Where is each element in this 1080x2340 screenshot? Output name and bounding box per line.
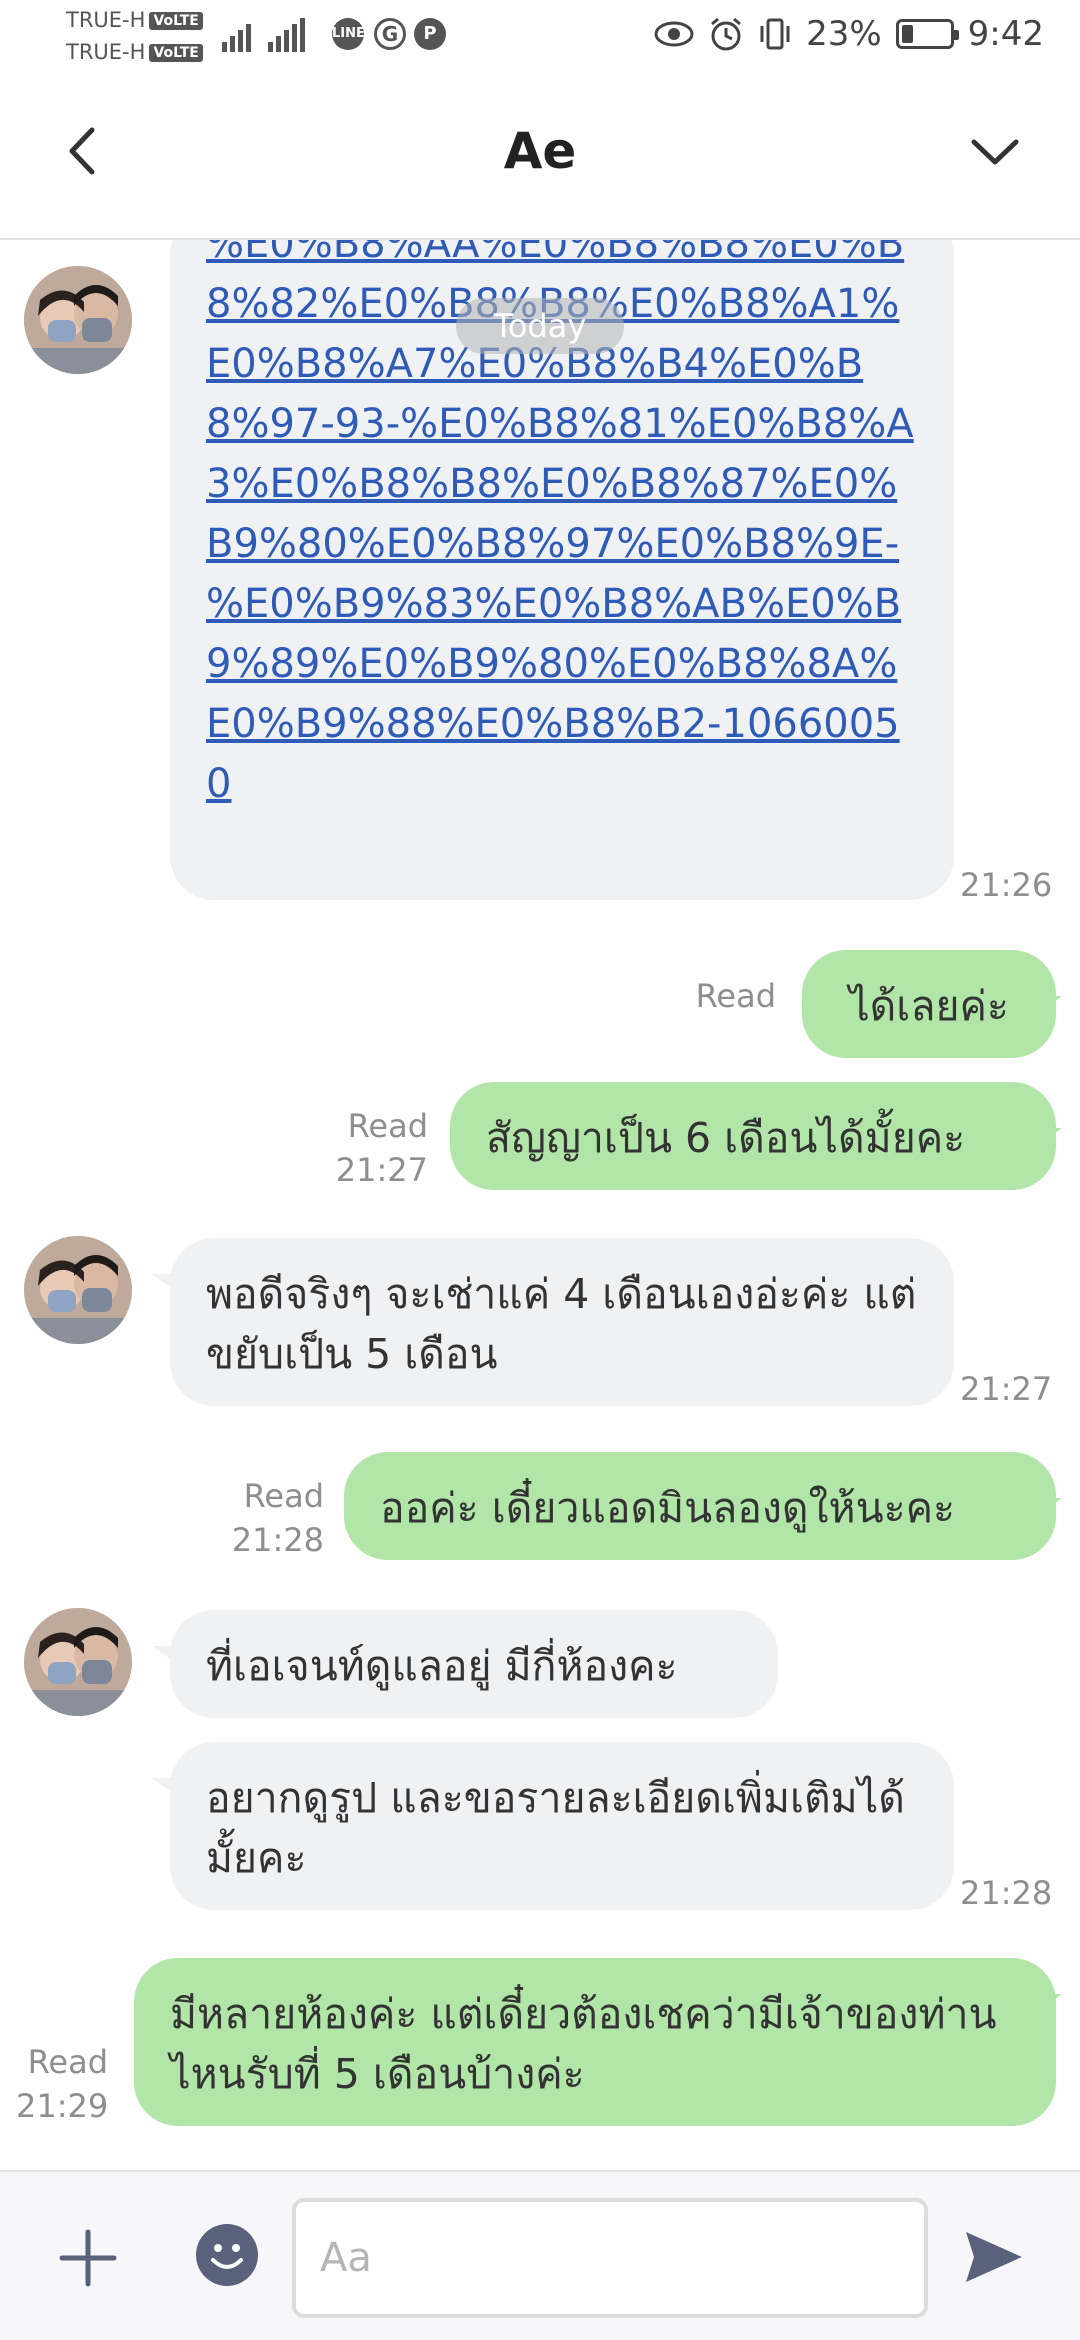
message-bubble-incoming[interactable]: พอดีจริงๆ จะเช่าแค่ 4 เดือนเองอ่ะค่ะ แต่…: [170, 1238, 954, 1406]
read-receipt: Read 21:27: [335, 1107, 428, 1189]
read-receipt: Read 21:28: [231, 1477, 324, 1559]
message-text: พอดีจริงๆ จะเช่าแค่ 4 เดือนเองอ่ะค่ะ แต่…: [206, 1270, 917, 1378]
emoji-button[interactable]: [196, 2224, 258, 2286]
message-text: ได้เลยค่ะ: [849, 982, 1009, 1030]
contact-avatar[interactable]: [24, 1608, 132, 1716]
message-text: อยากดูรูป และขอรายละเอียดเพิ่มเติมได้มั้…: [206, 1774, 905, 1882]
battery-percent: 23%: [806, 14, 882, 54]
bubble-tail: [1040, 996, 1062, 1012]
contact-avatar[interactable]: [24, 1236, 132, 1344]
chat-title: Ae: [503, 122, 577, 180]
message-bubble-outgoing[interactable]: ออค่ะ เดี๋ยวแอดมินลองดูให้นะคะ: [344, 1452, 1056, 1560]
status-bar: TRUE-H VoLTE TRUE-H VoLTE LINE G P 23% 9:4…: [0, 0, 1080, 76]
clock: 9:42: [967, 14, 1044, 54]
message-list[interactable]: %E0%B8%AA%E0%B8%B8%E0%B8%82%E0%B8%B8%E0%…: [0, 240, 1080, 2170]
message-bubble-incoming[interactable]: อยากดูรูป และขอรายละเอียดเพิ่มเติมได้มั้…: [170, 1742, 954, 1910]
message-bubble-outgoing[interactable]: มีหลายห้องค่ะ แต่เดี๋ยวต้องเชคว่ามีเจ้าข…: [134, 1958, 1056, 2126]
message-time: 21:27: [960, 1370, 1053, 1408]
contact-avatar[interactable]: [24, 266, 132, 374]
bubble-tail: [1040, 1994, 1062, 2010]
message-text: ออค่ะ เดี๋ยวแอดมินลองดูให้นะคะ: [380, 1484, 956, 1532]
battery-icon: [895, 19, 959, 49]
message-text: มีหลายห้องค่ะ แต่เดี๋ยวต้องเชคว่ามีเจ้าข…: [170, 1990, 997, 2098]
read-receipt: Read: [695, 977, 776, 1015]
message-time: 21:28: [960, 1874, 1053, 1912]
alarm-icon: [711, 17, 742, 51]
line-app-icon: LINE: [332, 18, 365, 50]
battery-fill: [901, 25, 913, 43]
eye-comfort-icon: [654, 21, 694, 47]
menu-chevron-down-icon[interactable]: [960, 116, 1030, 186]
message-bubble-outgoing[interactable]: ได้เลยค่ะ: [802, 950, 1056, 1058]
add-attachment-button[interactable]: [56, 2226, 120, 2290]
send-button[interactable]: [960, 2224, 1026, 2290]
vibrate-icon: [760, 18, 790, 50]
bubble-tail: [1040, 1128, 1062, 1144]
smiley-icon: [211, 2244, 243, 2269]
pinterest-icon: P: [414, 18, 446, 50]
message-time: 21:26: [960, 866, 1053, 904]
message-text: สัญญาเป็น 6 เดือนได้มั้ยคะ: [486, 1114, 966, 1162]
bubble-tail: [1040, 1498, 1062, 1514]
signal-icon: [222, 18, 251, 52]
carrier-label-2: TRUE-H VoLTE: [66, 40, 203, 64]
message-bubble-outgoing[interactable]: สัญญาเป็น 6 เดือนได้มั้ยคะ: [450, 1082, 1056, 1190]
message-input-bar: [0, 2170, 1080, 2340]
date-separator: Today: [456, 298, 624, 354]
message-bubble-incoming[interactable]: ที่เอเจนท์ดูแลอยู่ มีกี่ห้องคะ: [170, 1610, 778, 1718]
status-right: 23% 9:42: [654, 14, 1044, 54]
signal-4g-icon: [268, 18, 305, 52]
carrier-label-1: TRUE-H VoLTE: [66, 8, 203, 32]
chat-header: Ae: [0, 76, 1080, 240]
read-receipt: Read 21:29: [16, 2043, 109, 2125]
message-text: ที่เอเจนท์ดูแลอยู่ มีกี่ห้องคะ: [206, 1642, 678, 1690]
google-icon: G: [374, 18, 406, 50]
message-input[interactable]: [292, 2198, 928, 2318]
